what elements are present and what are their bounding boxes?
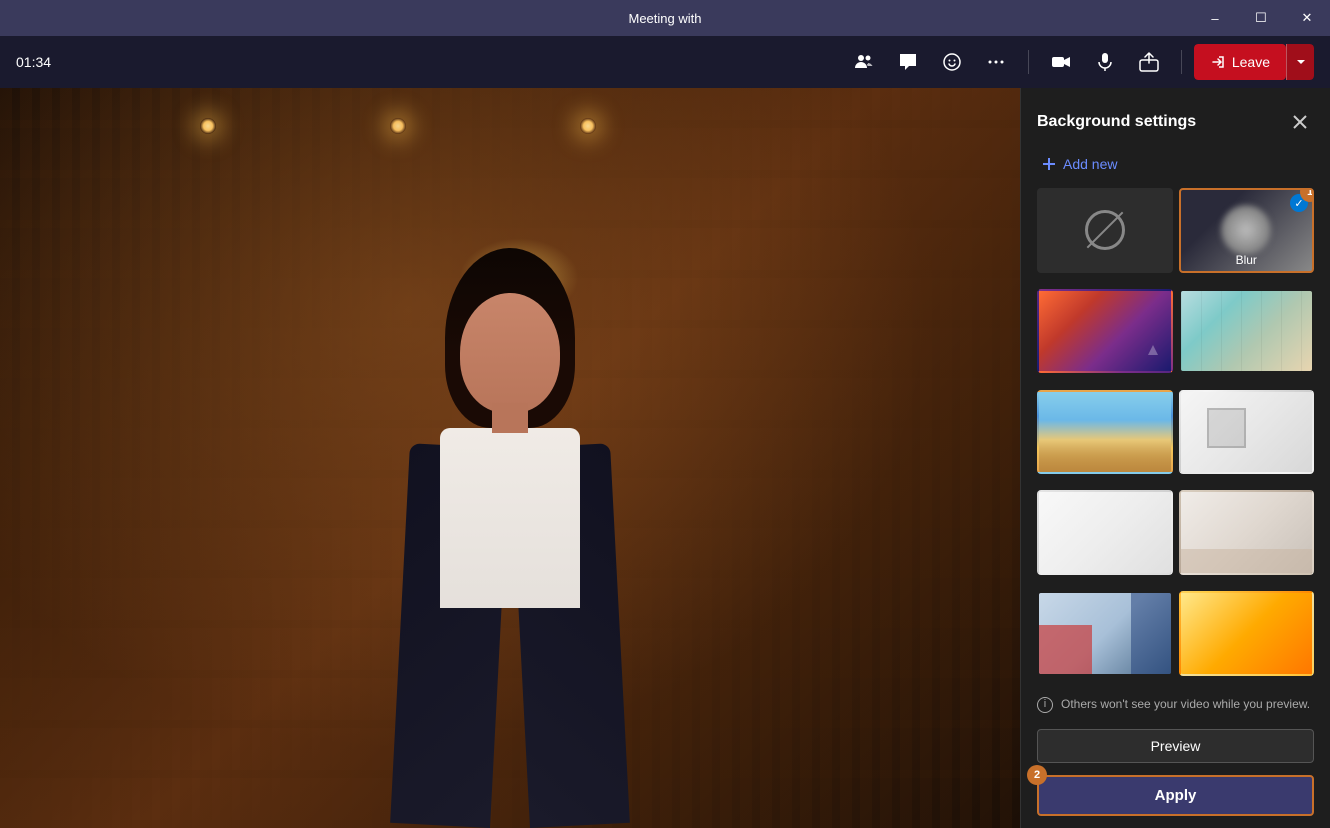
info-text: Others won't see your video while you pr… [1061,696,1310,713]
preview-button[interactable]: Preview [1037,729,1314,763]
bg-option-outdoor[interactable] [1037,390,1173,475]
bg-office1-lines [1181,291,1313,372]
window-title: Meeting with [629,11,702,26]
bg-option-gradient1[interactable] [1179,591,1315,676]
bg-option-blur[interactable]: Blur ✓ 1 [1179,188,1315,273]
bg-gradient1-visual [1181,593,1313,674]
leave-label: Leave [1232,54,1270,70]
people-button[interactable] [844,42,884,82]
toolbar: Leave [844,42,1314,82]
apply-num-badge: 2 [1027,765,1047,785]
bg-white-room-visual [1181,392,1313,473]
person-face [460,293,560,413]
video-area [0,88,1020,828]
leave-group: Leave [1194,44,1314,80]
video-background [0,88,1020,828]
bg-option-colorful1[interactable] [1037,289,1173,374]
slash-circle-icon [1085,210,1125,250]
bg-office2-dark [1131,593,1170,674]
reactions-button[interactable] [932,42,972,82]
top-bar: 01:34 [0,36,1330,88]
leave-divider [1181,50,1182,74]
window-controls: – ☐ ✕ [1192,0,1330,36]
maximize-button[interactable]: ☐ [1238,0,1284,36]
bg-bedroom-floor [1181,549,1313,573]
blur-label: Blur [1181,253,1313,267]
bg-panel-title: Background settings [1037,113,1196,131]
bg-option-none[interactable] [1037,188,1173,273]
background-grid: Blur ✓ 1 [1021,188,1330,686]
chat-button[interactable] [888,42,928,82]
add-new-button[interactable]: Add new [1037,152,1314,176]
mic-button[interactable] [1085,42,1125,82]
apply-button-container: 2 Apply [1037,775,1314,816]
close-panel-button[interactable] [1286,108,1314,136]
bg-office2-accent [1039,625,1092,673]
title-bar: Meeting with – ☐ ✕ [0,0,1330,36]
more-button[interactable] [976,42,1016,82]
share-button[interactable] [1129,42,1169,82]
person-top [440,428,580,608]
person-area [350,248,670,828]
bg-option-bedroom[interactable] [1179,490,1315,575]
bg-option-office-corridor[interactable] [1179,289,1315,374]
main-area: Background settings Add new [0,88,1330,828]
bg-logo-mark [1143,340,1163,365]
bg-settings-panel: Background settings Add new [1020,88,1330,828]
bg-outdoor-ground [1039,440,1171,472]
minimize-button[interactable]: – [1192,0,1238,36]
bg-panel-header: Background settings [1021,88,1330,148]
video-button[interactable] [1041,42,1081,82]
leave-dropdown-button[interactable] [1286,44,1314,80]
blur-preview-circle [1221,205,1271,255]
bg-option-white-open[interactable] [1037,490,1173,575]
person-neck [492,403,528,433]
bg-option-office2[interactable] [1037,591,1173,676]
bg-white-room-frame [1207,408,1246,448]
add-new-label: Add new [1063,156,1117,172]
call-timer: 01:34 [16,54,56,70]
info-notice: i Others won't see your video while you … [1021,686,1330,723]
toolbar-divider [1028,50,1029,74]
apply-button[interactable]: Apply [1037,775,1314,816]
info-icon: i [1037,697,1053,713]
bg-white-open-visual [1039,492,1171,573]
bg-option-white-room[interactable] [1179,390,1315,475]
leave-button[interactable]: Leave [1194,44,1286,80]
close-button[interactable]: ✕ [1284,0,1330,36]
